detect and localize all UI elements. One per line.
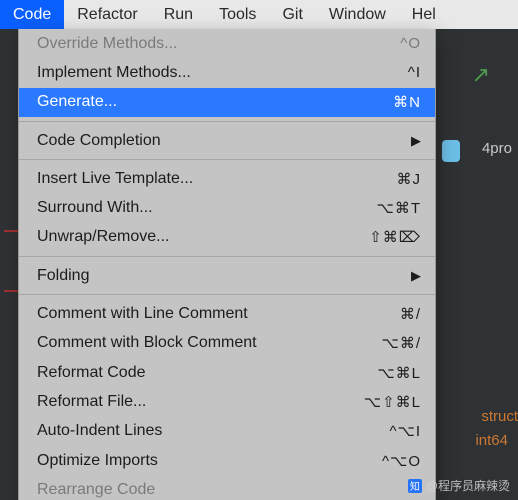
menu-item-label: Override Methods... — [37, 35, 400, 53]
zhihu-icon: 知 — [408, 479, 422, 493]
menu-item-rearrange-code[interactable]: Rearrange Code — [19, 475, 435, 500]
code-token-int64: int64 — [475, 432, 508, 449]
menu-item-shortcut: ⌘J — [397, 170, 422, 188]
code-token-struct: struct — [481, 408, 518, 425]
menu-item-shortcut: ^I — [408, 64, 421, 81]
menu-item-insert-live-template[interactable]: Insert Live Template... ⌘J — [19, 164, 435, 193]
menu-item-generate[interactable]: Generate... ⌘N — [19, 88, 435, 117]
menu-item-label: Folding — [37, 267, 407, 285]
menu-item-shortcut: ⌥⌘/ — [382, 334, 421, 352]
menu-item-shortcut: ^⌥O — [382, 452, 421, 470]
gutter-mark — [4, 290, 18, 292]
menu-item-label: Optimize Imports — [37, 452, 382, 470]
menu-item-label: Comment with Block Comment — [37, 334, 382, 352]
menu-item-label: Unwrap/Remove... — [37, 228, 369, 246]
menu-separator — [19, 294, 435, 295]
menu-item-override-methods[interactable]: Override Methods... ^O — [19, 29, 435, 58]
menu-label: Tools — [219, 6, 256, 24]
menu-separator — [19, 121, 435, 122]
menu-label: Git — [282, 6, 302, 24]
menu-item-label: Auto-Indent Lines — [37, 422, 390, 440]
menu-item-shortcut: ^⌥I — [390, 422, 422, 440]
menu-tools[interactable]: Tools — [206, 0, 269, 29]
menu-item-label: Generate... — [37, 93, 393, 111]
menu-label: Code — [13, 6, 51, 24]
menu-item-shortcut: ⌥⌘L — [377, 364, 421, 382]
submenu-arrow-icon: ▶ — [411, 133, 421, 149]
menu-bar: Code Refactor Run Tools Git Window Hel — [0, 0, 518, 29]
run-arrow-icon: ↗ — [472, 62, 490, 88]
menu-item-label: Reformat File... — [37, 393, 364, 411]
menu-item-label: Reformat Code — [37, 364, 377, 382]
menu-run[interactable]: Run — [151, 0, 206, 29]
menu-item-label: Code Completion — [37, 132, 407, 150]
menu-item-shortcut: ⌥⇧⌘L — [364, 393, 421, 411]
menu-item-implement-methods[interactable]: Implement Methods... ^I — [19, 58, 435, 87]
gopher-icon — [442, 140, 460, 162]
menu-item-reformat-code[interactable]: Reformat Code ⌥⌘L — [19, 358, 435, 387]
menu-item-shortcut: ⌘N — [393, 93, 421, 111]
menu-item-optimize-imports[interactable]: Optimize Imports ^⌥O — [19, 446, 435, 475]
menu-item-folding[interactable]: Folding ▶ — [19, 261, 435, 290]
menu-item-shortcut: ⇧⌘⌦ — [369, 228, 421, 246]
menu-item-code-completion[interactable]: Code Completion ▶ — [19, 126, 435, 155]
menu-help[interactable]: Hel — [399, 0, 449, 29]
watermark-text: @程序员麻辣烫 — [426, 477, 510, 494]
menu-window[interactable]: Window — [316, 0, 399, 29]
menu-separator — [19, 256, 435, 257]
menu-item-reformat-file[interactable]: Reformat File... ⌥⇧⌘L — [19, 387, 435, 416]
menu-item-comment-line[interactable]: Comment with Line Comment ⌘/ — [19, 299, 435, 328]
menu-item-shortcut: ⌘/ — [400, 305, 421, 323]
watermark: 知 @程序员麻辣烫 — [408, 477, 510, 494]
file-tab-label: 4pro — [482, 140, 512, 157]
menu-label: Window — [329, 6, 386, 24]
menu-label: Run — [164, 6, 193, 24]
submenu-arrow-icon: ▶ — [411, 268, 421, 284]
menu-label: Refactor — [77, 6, 137, 24]
menu-refactor[interactable]: Refactor — [64, 0, 150, 29]
code-menu-dropdown: Override Methods... ^O Implement Methods… — [18, 29, 436, 500]
menu-separator — [19, 159, 435, 160]
menu-item-label: Rearrange Code — [37, 481, 421, 499]
menu-item-comment-block[interactable]: Comment with Block Comment ⌥⌘/ — [19, 329, 435, 358]
menu-item-label: Implement Methods... — [37, 64, 408, 82]
menu-item-label: Comment with Line Comment — [37, 305, 400, 323]
menu-item-label: Insert Live Template... — [37, 170, 397, 188]
menu-item-shortcut: ^O — [400, 35, 421, 52]
menu-item-label: Surround With... — [37, 199, 377, 217]
menu-item-auto-indent[interactable]: Auto-Indent Lines ^⌥I — [19, 417, 435, 446]
menu-item-surround-with[interactable]: Surround With... ⌥⌘T — [19, 193, 435, 222]
menu-item-shortcut: ⌥⌘T — [377, 199, 421, 217]
menu-git[interactable]: Git — [269, 0, 315, 29]
gutter-mark — [4, 230, 18, 232]
menu-item-unwrap-remove[interactable]: Unwrap/Remove... ⇧⌘⌦ — [19, 223, 435, 252]
menu-code[interactable]: Code — [0, 0, 64, 29]
menu-label: Hel — [412, 6, 436, 24]
